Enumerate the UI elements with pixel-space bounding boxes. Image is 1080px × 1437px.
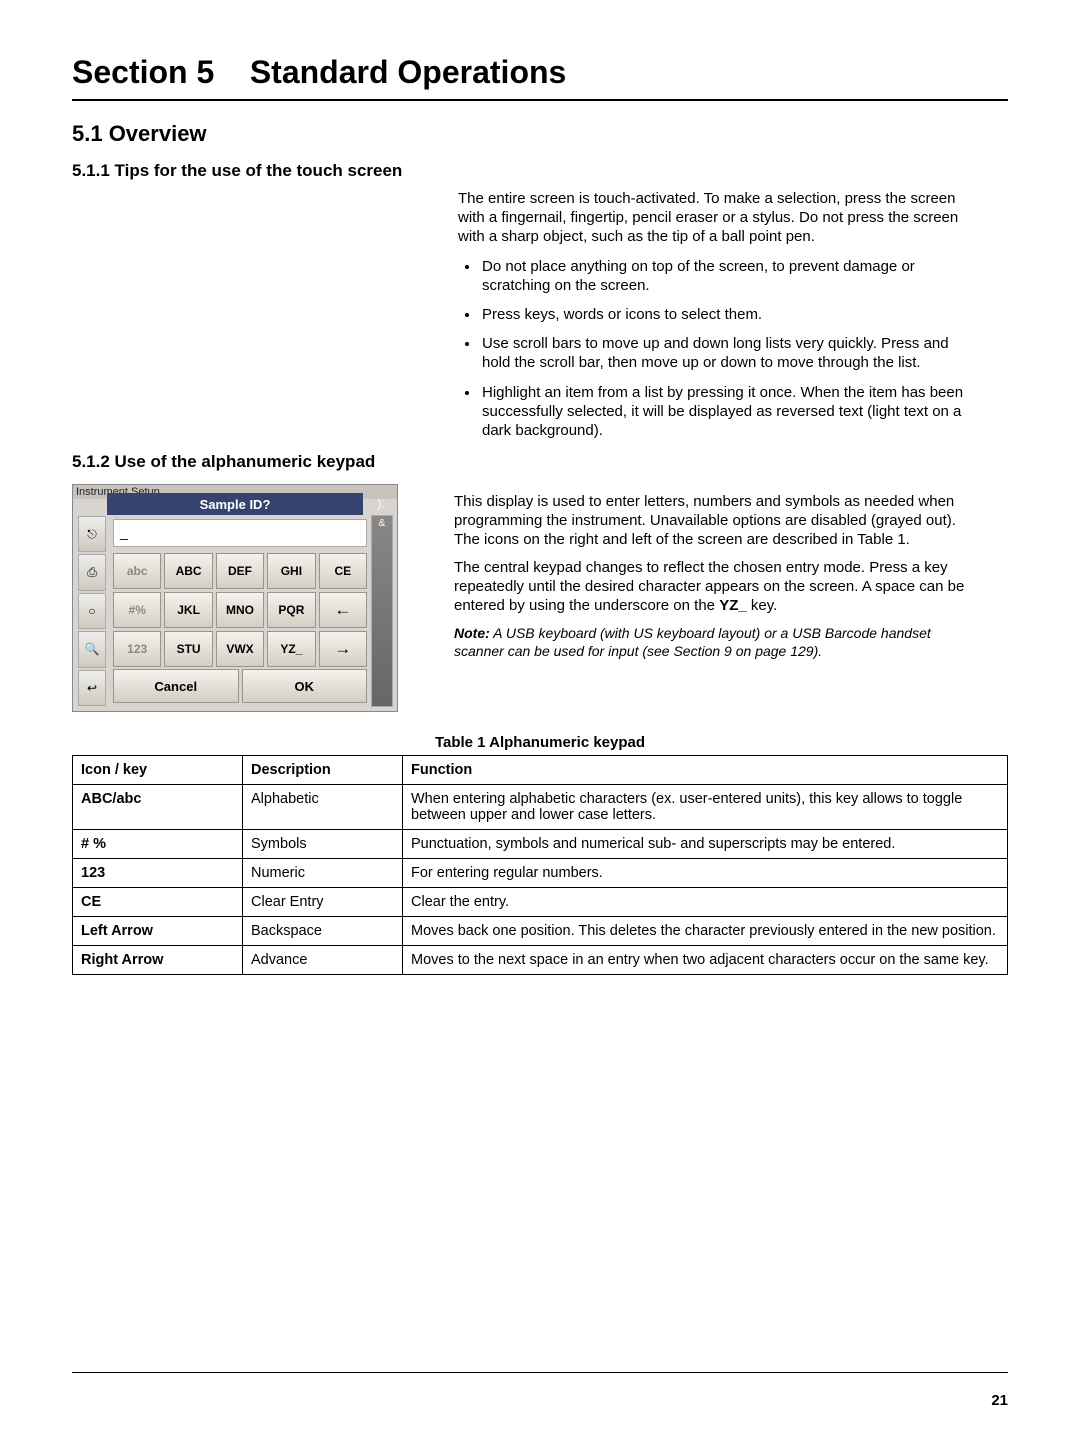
table-row: Left Arrow Backspace Moves back one posi… [73,917,1008,946]
key-left-arrow[interactable]: ← [319,592,367,628]
key-yz[interactable]: YZ_ [267,631,315,667]
table-cell: Advance [243,946,403,975]
table-cell: Moves back one position. This deletes th… [403,917,1008,946]
table-header: Description [243,756,403,785]
list-item: Highlight an item from a list by pressin… [480,383,978,441]
table-cell: Left Arrow [73,917,243,946]
keypad-left-icon-column: ⎋ ⎙ ○ 🔍 ↩ [77,515,107,707]
table-cell: 123 [73,859,243,888]
key-ghi[interactable]: GHI [267,553,315,589]
key-abc-upper[interactable]: ABC [164,553,212,589]
table-cell: Clear Entry [243,888,403,917]
text: The central keypad changes to reflect th… [454,559,964,614]
paragraph: The central keypad changes to reflect th… [454,558,974,616]
section-number: Section 5 [72,54,214,90]
text: key. [747,597,778,614]
keypad-input[interactable]: _ [113,519,367,547]
keypad-header-right: ): [375,493,387,515]
list-item: Use scroll bars to move up and down long… [480,334,978,372]
keypad-bottom-buttons: Cancel OK [113,669,367,703]
section-5-1-1-body: The entire screen is touch-activated. To… [458,189,978,440]
table-cell: Symbols [243,830,403,859]
table-row: 123 Numeric For entering regular numbers… [73,859,1008,888]
keypad-illustration: Instrument Setup Sample ID? ): ⎋ ⎙ ○ 🔍 ↩… [72,484,398,712]
alphanumeric-keypad-table: Icon / key Description Function ABC/abc … [72,755,1008,975]
section-rule [72,99,1008,101]
keypad-right-column[interactable]: & [371,515,393,707]
keypad-section: Instrument Setup Sample ID? ): ⎋ ⎙ ○ 🔍 ↩… [72,484,1008,712]
list-item: Do not place anything on top of the scre… [480,257,978,295]
key-jkl[interactable]: JKL [164,592,212,628]
tips-list: Do not place anything on top of the scre… [458,257,978,441]
sidebar-icon[interactable]: ⎙ [78,554,106,590]
table-cell: Moves to the next space in an entry when… [403,946,1008,975]
paragraph: The entire screen is touch-activated. To… [458,189,978,247]
table-header: Function [403,756,1008,785]
key-pqr[interactable]: PQR [267,592,315,628]
table-cell: Numeric [243,859,403,888]
note-label: Note: [454,625,490,641]
page-number: 21 [991,1392,1008,1409]
table-cell: Right Arrow [73,946,243,975]
heading-5-1-2: 5.1.2 Use of the alphanumeric keypad [72,452,1008,472]
key-stu[interactable]: STU [164,631,212,667]
key-mno[interactable]: MNO [216,592,264,628]
section-title: Section 5 Standard Operations [72,54,1008,91]
note-body: A USB keyboard (with US keyboard layout)… [454,625,931,659]
table-row: CE Clear Entry Clear the entry. [73,888,1008,917]
table-cell: For entering regular numbers. [403,859,1008,888]
list-item: Press keys, words or icons to select the… [480,305,978,324]
table-cell: When entering alphabetic characters (ex.… [403,785,1008,830]
keypad: Instrument Setup Sample ID? ): ⎋ ⎙ ○ 🔍 ↩… [72,484,398,712]
table-header: Icon / key [73,756,243,785]
table-row: Right Arrow Advance Moves to the next sp… [73,946,1008,975]
sidebar-icon[interactable]: ⎋ [78,516,106,552]
table-cell: Backspace [243,917,403,946]
key-123[interactable]: 123 [113,631,161,667]
paragraph: This display is used to enter letters, n… [454,492,974,550]
sidebar-icon[interactable]: ○ [78,593,106,629]
heading-5-1-1: 5.1.1 Tips for the use of the touch scre… [72,161,1008,181]
sidebar-icon[interactable]: 🔍 [78,631,106,667]
page: Section 5 Standard Operations 5.1 Overvi… [0,0,1080,1437]
table-header-row: Icon / key Description Function [73,756,1008,785]
ok-button[interactable]: OK [242,669,368,703]
cancel-button[interactable]: Cancel [113,669,239,703]
back-icon[interactable]: ↩ [78,670,106,706]
table-cell: CE [73,888,243,917]
key-right-arrow[interactable]: → [319,631,367,667]
key-def[interactable]: DEF [216,553,264,589]
table-cell: ABC/abc [73,785,243,830]
table-row: # % Symbols Punctuation, symbols and num… [73,830,1008,859]
table-cell: Alphabetic [243,785,403,830]
table-cell: Clear the entry. [403,888,1008,917]
table-row: ABC/abc Alphabetic When entering alphabe… [73,785,1008,830]
table-cell: # % [73,830,243,859]
key-abc-lower[interactable]: abc [113,553,161,589]
heading-5-1: 5.1 Overview [72,121,1008,147]
key-symbols[interactable]: #% [113,592,161,628]
table-caption: Table 1 Alphanumeric keypad [72,734,1008,751]
keypad-header-title: Sample ID? [107,493,363,515]
footer-rule [72,1372,1008,1373]
section-name: Standard Operations [250,54,567,90]
key-ce[interactable]: CE [319,553,367,589]
section-5-1-2-body: This display is used to enter letters, n… [454,484,974,671]
key-vwx[interactable]: VWX [216,631,264,667]
keypad-keys-grid: abc ABC DEF GHI CE #% JKL MNO PQR ← 123 … [113,553,367,667]
table-cell: Punctuation, symbols and numerical sub- … [403,830,1008,859]
text-bold: YZ_ [719,597,747,614]
note: Note: A USB keyboard (with US keyboard l… [454,625,974,661]
